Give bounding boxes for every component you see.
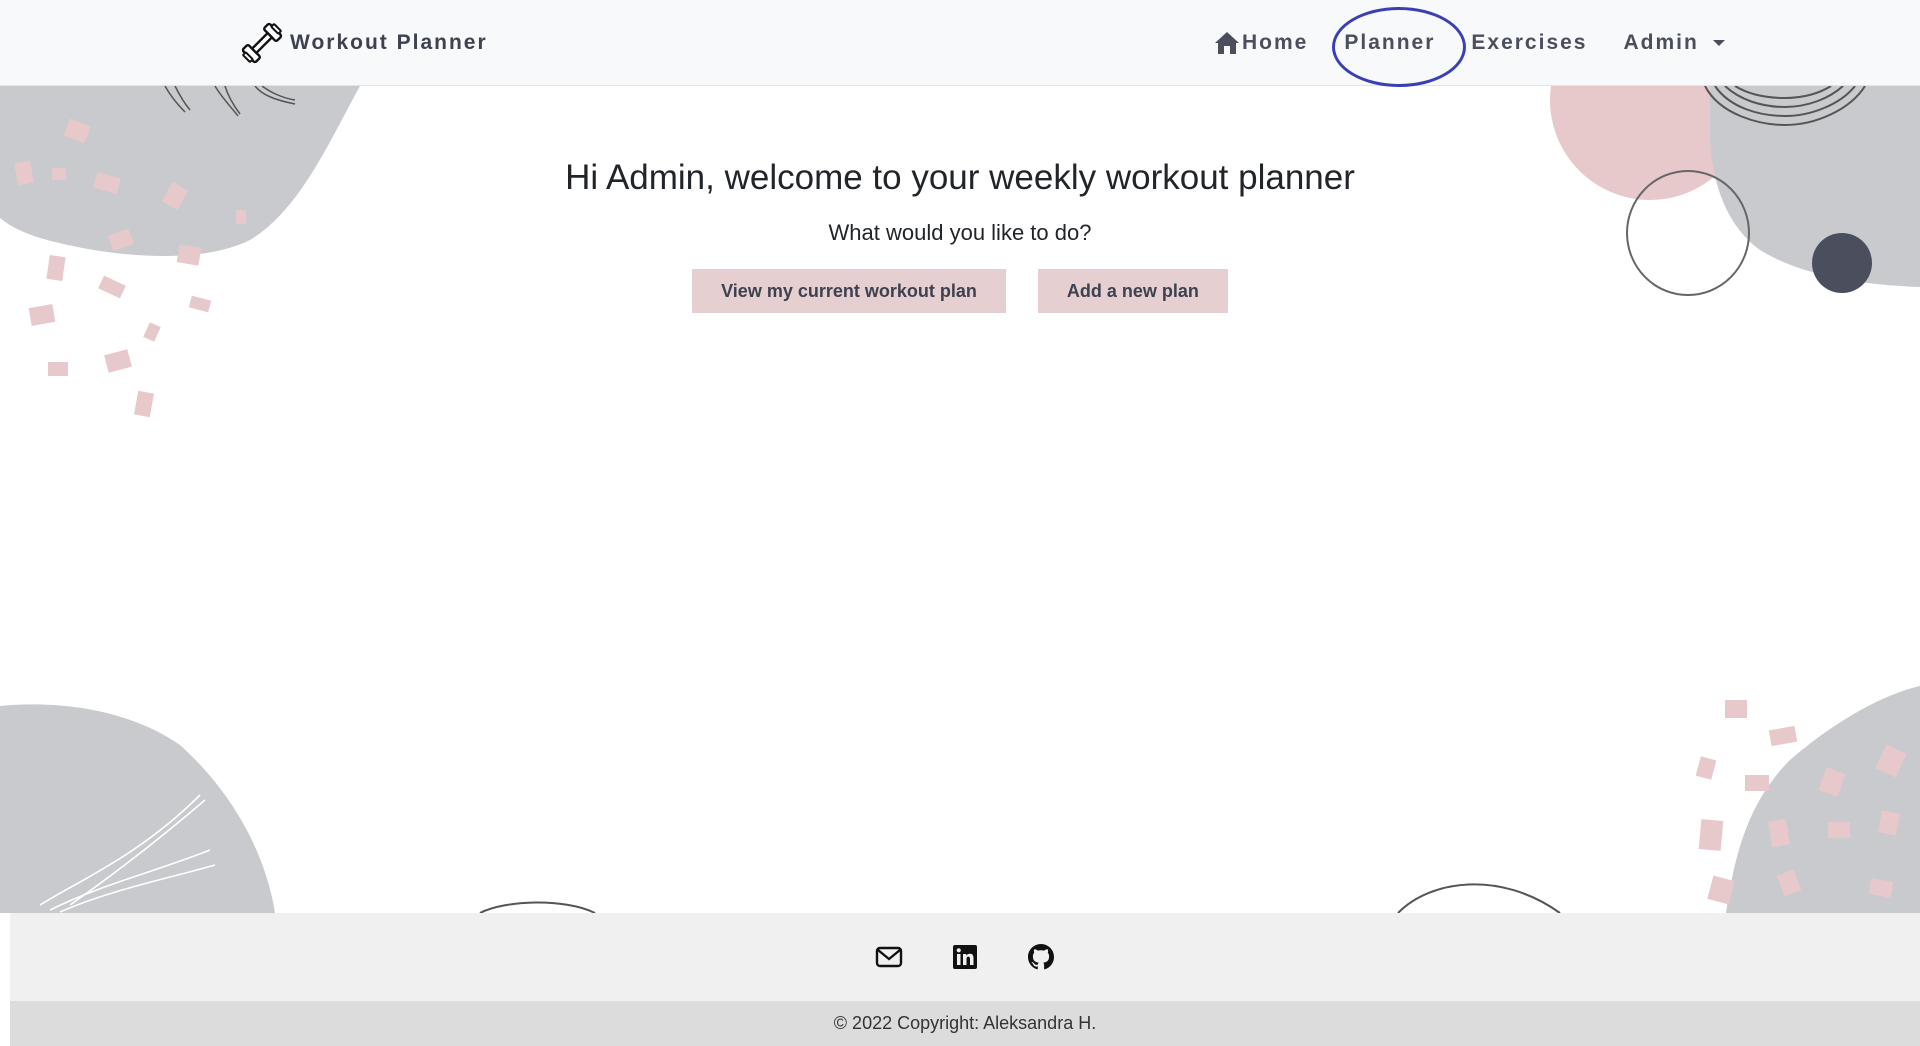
- bottom-right-blob: [1726, 686, 1920, 913]
- scribble-lines: [39, 794, 216, 913]
- view-plan-button[interactable]: View my current workout plan: [692, 269, 1006, 313]
- nav-links: Home Planner Exercises Admin: [1210, 0, 1743, 87]
- arc-bottom-right: [1397, 883, 1561, 914]
- nav-planner[interactable]: Planner: [1326, 0, 1467, 87]
- nav-home-label: Home: [1242, 31, 1309, 54]
- nav-admin-dropdown[interactable]: Admin: [1605, 0, 1742, 86]
- page-title: Hi Admin, welcome to your weekly workout…: [565, 158, 1355, 197]
- arc-bottom-left: [479, 901, 596, 914]
- caret-down-icon: [1712, 40, 1725, 46]
- bottom-left-blob: [0, 704, 275, 913]
- home-icon: [1215, 32, 1239, 54]
- brand-name: Workout Planner: [290, 31, 488, 54]
- main-content: Hi Admin, welcome to your weekly workout…: [0, 86, 1920, 313]
- action-buttons: View my current workout plan Add a new p…: [0, 269, 1920, 313]
- nav-admin-label: Admin: [1623, 31, 1699, 54]
- nav-planner-label: Planner: [1344, 31, 1436, 54]
- pink-speckles-bottom-right: [1695, 700, 1907, 905]
- linkedin-icon[interactable]: [950, 942, 980, 972]
- nav-exercises-label: Exercises: [1471, 31, 1588, 54]
- footer-copyright: © 2022 Copyright: Aleksandra H.: [10, 1001, 1920, 1046]
- page-subtitle: What would you like to do?: [828, 220, 1092, 245]
- github-icon[interactable]: [1026, 942, 1056, 972]
- nav-exercises[interactable]: Exercises: [1453, 0, 1605, 86]
- copyright-text: © 2022 Copyright: Aleksandra H.: [833, 1013, 1097, 1033]
- top-navbar: Workout Planner Home Planner Exercises A…: [0, 0, 1920, 87]
- email-icon[interactable]: [874, 942, 904, 972]
- nav-home[interactable]: Home: [1210, 0, 1326, 86]
- add-plan-button[interactable]: Add a new plan: [1037, 269, 1228, 313]
- brand-link[interactable]: Workout Planner: [240, 20, 488, 66]
- footer-social-links: [10, 913, 1920, 1001]
- dumbbell-icon: [241, 22, 283, 64]
- footer: © 2022 Copyright: Aleksandra H.: [10, 913, 1920, 1046]
